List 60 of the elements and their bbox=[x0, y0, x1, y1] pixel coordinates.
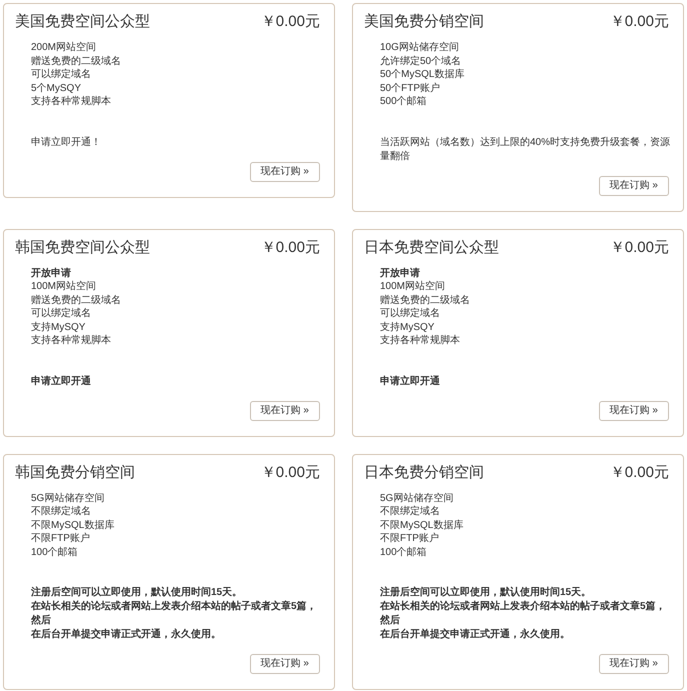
feature-text: 100M网站空间 bbox=[380, 280, 446, 294]
plan-title: 日本免费分销空间 bbox=[364, 462, 484, 482]
feature-text: 不限FTP账户 bbox=[31, 532, 90, 546]
feature-text: 开放申请 bbox=[380, 266, 420, 280]
feature-text: 5个MySQY bbox=[31, 82, 82, 95]
note-text: 注册后空间可以立即使用，默认使用时间15天。 bbox=[31, 586, 242, 600]
feature-text: 100个邮箱 bbox=[380, 546, 427, 559]
feature-text: 支持MySQY bbox=[31, 320, 86, 334]
order-button[interactable]: 现在订购 » bbox=[598, 176, 669, 196]
feature-text: 50个MySQL数据库 bbox=[380, 68, 464, 82]
feature-text: 100M网站空间 bbox=[31, 280, 96, 294]
feature-text: 100个邮箱 bbox=[31, 546, 78, 559]
plan-title: 韩国免费空间公众型 bbox=[15, 238, 150, 258]
plan-title: 韩国免费分销空间 bbox=[15, 462, 135, 482]
order-button[interactable]: 现在订购 » bbox=[250, 654, 320, 674]
note-text: 申请立即开通 bbox=[31, 374, 91, 388]
plan-price: ￥0.00元 bbox=[260, 12, 320, 32]
note-text: 在站长相关的论坛或者网站上发表介绍本站的帖子或者文章5篇，然后 bbox=[31, 600, 318, 628]
feature-text: 5G网站储存空间 bbox=[31, 492, 104, 505]
feature-text: 5G网站储存空间 bbox=[380, 492, 454, 505]
feature-text: 50个FTP账户 bbox=[380, 82, 440, 95]
feature-text: 赠送免费的二级域名 bbox=[31, 54, 121, 68]
feature-text: 赠送免费的二级域名 bbox=[31, 294, 121, 307]
feature-text: 可以绑定域名 bbox=[380, 307, 440, 320]
feature-text: 赠送免费的二级域名 bbox=[380, 294, 470, 307]
feature-text: 不限绑定域名 bbox=[31, 505, 91, 518]
plan-title: 美国免费分销空间 bbox=[364, 12, 484, 32]
feature-text: 支持各种常规脚本 bbox=[380, 334, 460, 348]
feature-text: 不限MySQL数据库 bbox=[380, 518, 464, 532]
note-text: 在后台开单提交申请正式开通，永久使用。 bbox=[31, 628, 221, 642]
order-button[interactable]: 现在订购 » bbox=[250, 162, 320, 182]
order-button[interactable]: 现在订购 » bbox=[598, 654, 669, 674]
note-text: 在站长相关的论坛或者网站上发表介绍本站的帖子或者文章5篇，然后 bbox=[380, 600, 667, 628]
order-button[interactable]: 现在订购 » bbox=[598, 400, 669, 420]
plan-price: ￥0.00元 bbox=[260, 238, 320, 258]
plan-price: ￥0.00元 bbox=[610, 238, 669, 258]
plan-price: ￥0.00元 bbox=[260, 462, 320, 482]
feature-text: 10G网站储存空间 bbox=[380, 41, 459, 54]
feature-text: 200M网站空间 bbox=[31, 41, 96, 54]
plan-price: ￥0.00元 bbox=[610, 462, 669, 482]
feature-text: 支持各种常规脚本 bbox=[31, 95, 111, 108]
note-text: 在后台开单提交申请正式开通，永久使用。 bbox=[380, 628, 570, 642]
feature-text: 允许绑定50个域名 bbox=[380, 54, 462, 68]
feature-text: 不限绑定域名 bbox=[380, 505, 440, 518]
feature-text: 不限FTP账户 bbox=[380, 532, 439, 546]
feature-text: 可以绑定域名 bbox=[31, 307, 91, 320]
feature-text: 开放申请 bbox=[31, 266, 71, 280]
plan-title: 美国免费空间公众型 bbox=[15, 12, 150, 32]
feature-text: 不限MySQL数据库 bbox=[31, 518, 114, 532]
feature-text: 可以绑定域名 bbox=[31, 68, 91, 82]
feature-text: 支持各种常规脚本 bbox=[31, 334, 111, 348]
note-text: 申请立即开通 bbox=[380, 374, 440, 388]
plan-price: ￥0.00元 bbox=[610, 12, 669, 32]
feature-text: 500个邮箱 bbox=[380, 95, 427, 108]
order-button[interactable]: 现在订购 » bbox=[250, 400, 320, 420]
note-text: 注册后空间可以立即使用，默认使用时间15天。 bbox=[380, 586, 592, 600]
note-text: 当活跃网站（域名数）达到上限的40%时支持免费升级套餐，资源量翻倍 bbox=[380, 136, 672, 164]
plan-title: 日本免费空间公众型 bbox=[364, 238, 499, 258]
feature-text: 支持MySQY bbox=[380, 320, 434, 334]
note-text: 申请立即开通！ bbox=[31, 136, 101, 150]
